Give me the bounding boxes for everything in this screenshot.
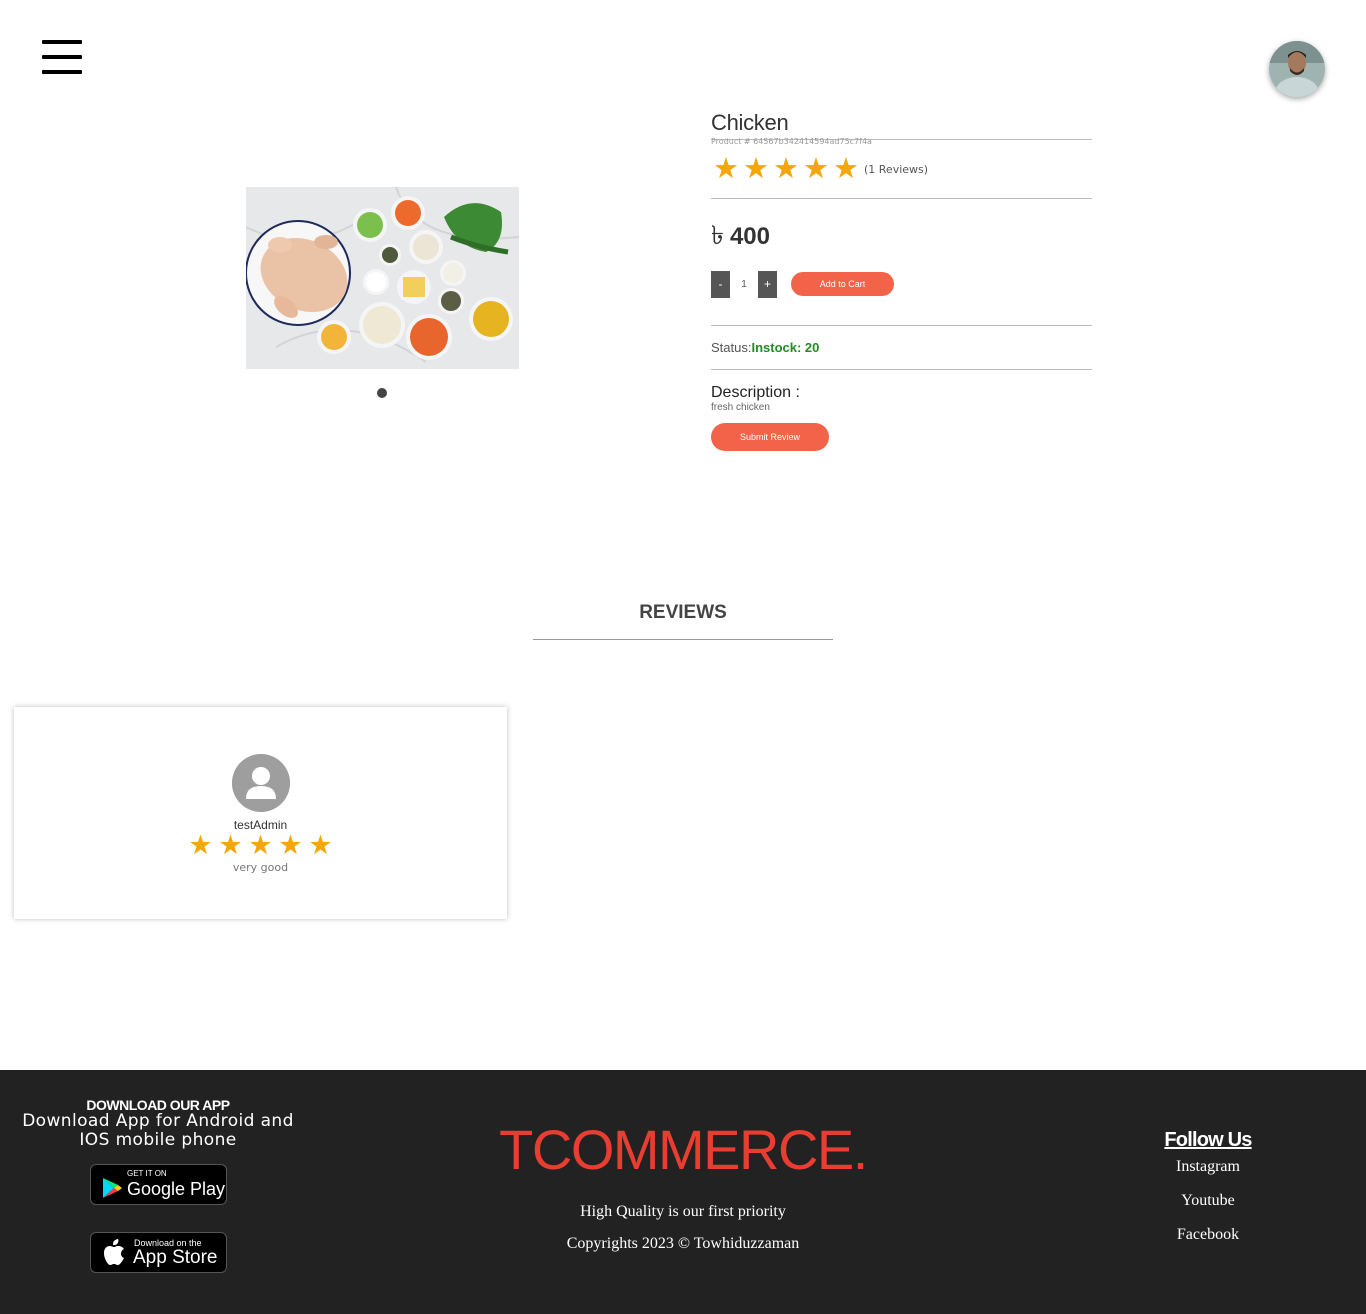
- review-rating-stars: ★ ★ ★ ★ ★: [186, 832, 336, 859]
- decrease-quantity-button[interactable]: -: [711, 270, 730, 298]
- status-label: Status:: [711, 340, 752, 355]
- user-avatar[interactable]: [1269, 41, 1325, 97]
- rating-stars: ★ ★ ★ ★ ★: [711, 154, 861, 184]
- app-store-small-text: Download on the: [134, 1238, 202, 1248]
- facebook-link[interactable]: Facebook: [1128, 1226, 1288, 1244]
- product-title: Chicken: [711, 110, 789, 135]
- hamburger-menu-icon[interactable]: [42, 40, 82, 76]
- product-price: ৳ 400: [711, 215, 1092, 250]
- follow-us-section: Follow Us Instagram Youtube Facebook: [1128, 1128, 1288, 1244]
- download-app-section: DOWNLOAD OUR APP Download App for Androi…: [18, 1098, 298, 1150]
- cart-controls: - + Add to Cart: [711, 270, 1092, 298]
- star-icon: ★: [278, 830, 303, 860]
- price-amount: 400: [729, 223, 770, 250]
- review-comment: very good: [232, 861, 289, 874]
- add-to-cart-button[interactable]: Add to Cart: [791, 272, 894, 296]
- quantity-input[interactable]: [730, 270, 758, 298]
- product-image: [246, 187, 519, 369]
- youtube-link[interactable]: Youtube: [1128, 1192, 1288, 1210]
- description-text: fresh chicken: [711, 402, 770, 413]
- star-icon: ★: [773, 153, 799, 185]
- default-user-avatar-icon: [231, 754, 290, 812]
- star-icon: ★: [743, 153, 769, 185]
- star-icon: ★: [803, 153, 829, 185]
- star-icon: ★: [308, 830, 333, 860]
- instagram-link[interactable]: Instagram: [1128, 1158, 1288, 1176]
- currency-symbol: ৳: [711, 220, 724, 250]
- increase-quantity-button[interactable]: +: [758, 270, 777, 298]
- brand-section: TCOMMERCE. High Quality is our first pri…: [483, 1120, 883, 1254]
- description-title: Description :: [711, 384, 800, 401]
- star-icon: ★: [248, 830, 273, 860]
- tagline: High Quality is our first priority: [580, 1203, 786, 1220]
- app-store-button[interactable]: Download on the App Store: [90, 1232, 227, 1273]
- google-play-label: Google Play: [127, 1179, 226, 1199]
- star-icon: ★: [713, 153, 739, 185]
- download-text: Download App for Android and IOS mobile …: [22, 1111, 294, 1150]
- divider: [711, 369, 1092, 370]
- product-details: Chicken Product # 64567b342414594ad75c7f…: [711, 110, 1092, 451]
- google-play-button[interactable]: GET IT ON Google Play: [90, 1164, 227, 1205]
- copyright: Copyrights 2023 © Towhiduzzaman: [566, 1235, 800, 1252]
- apple-icon: [104, 1239, 124, 1265]
- reviews-count: (1 Reviews): [864, 162, 929, 176]
- brand-logo: TCOMMERCE.: [499, 1118, 868, 1181]
- follow-heading: Follow Us: [1164, 1129, 1252, 1151]
- app-store-label: App Store: [133, 1247, 218, 1268]
- status-value: Instock: 20: [751, 340, 820, 355]
- download-heading: DOWNLOAD OUR APP: [86, 1097, 230, 1113]
- google-play-small-text: GET IT ON: [127, 1169, 167, 1178]
- divider: [711, 198, 1092, 199]
- star-icon: ★: [218, 830, 243, 860]
- submit-review-button[interactable]: Submit Review: [711, 423, 829, 451]
- review-card: testAdmin ★ ★ ★ ★ ★ very good: [14, 707, 507, 919]
- star-icon: ★: [188, 830, 213, 860]
- google-play-icon: [103, 1178, 122, 1198]
- star-icon: ★: [833, 153, 859, 185]
- carousel-dot[interactable]: [377, 388, 387, 398]
- stock-status: Status: Instock: 20: [711, 326, 1092, 369]
- product-rating: ★ ★ ★ ★ ★ (1 Reviews): [711, 140, 1092, 198]
- reviews-heading: REVIEWS: [533, 602, 833, 640]
- product-page: Chicken Product # 64567b342414594ad75c7f…: [0, 0, 1366, 1314]
